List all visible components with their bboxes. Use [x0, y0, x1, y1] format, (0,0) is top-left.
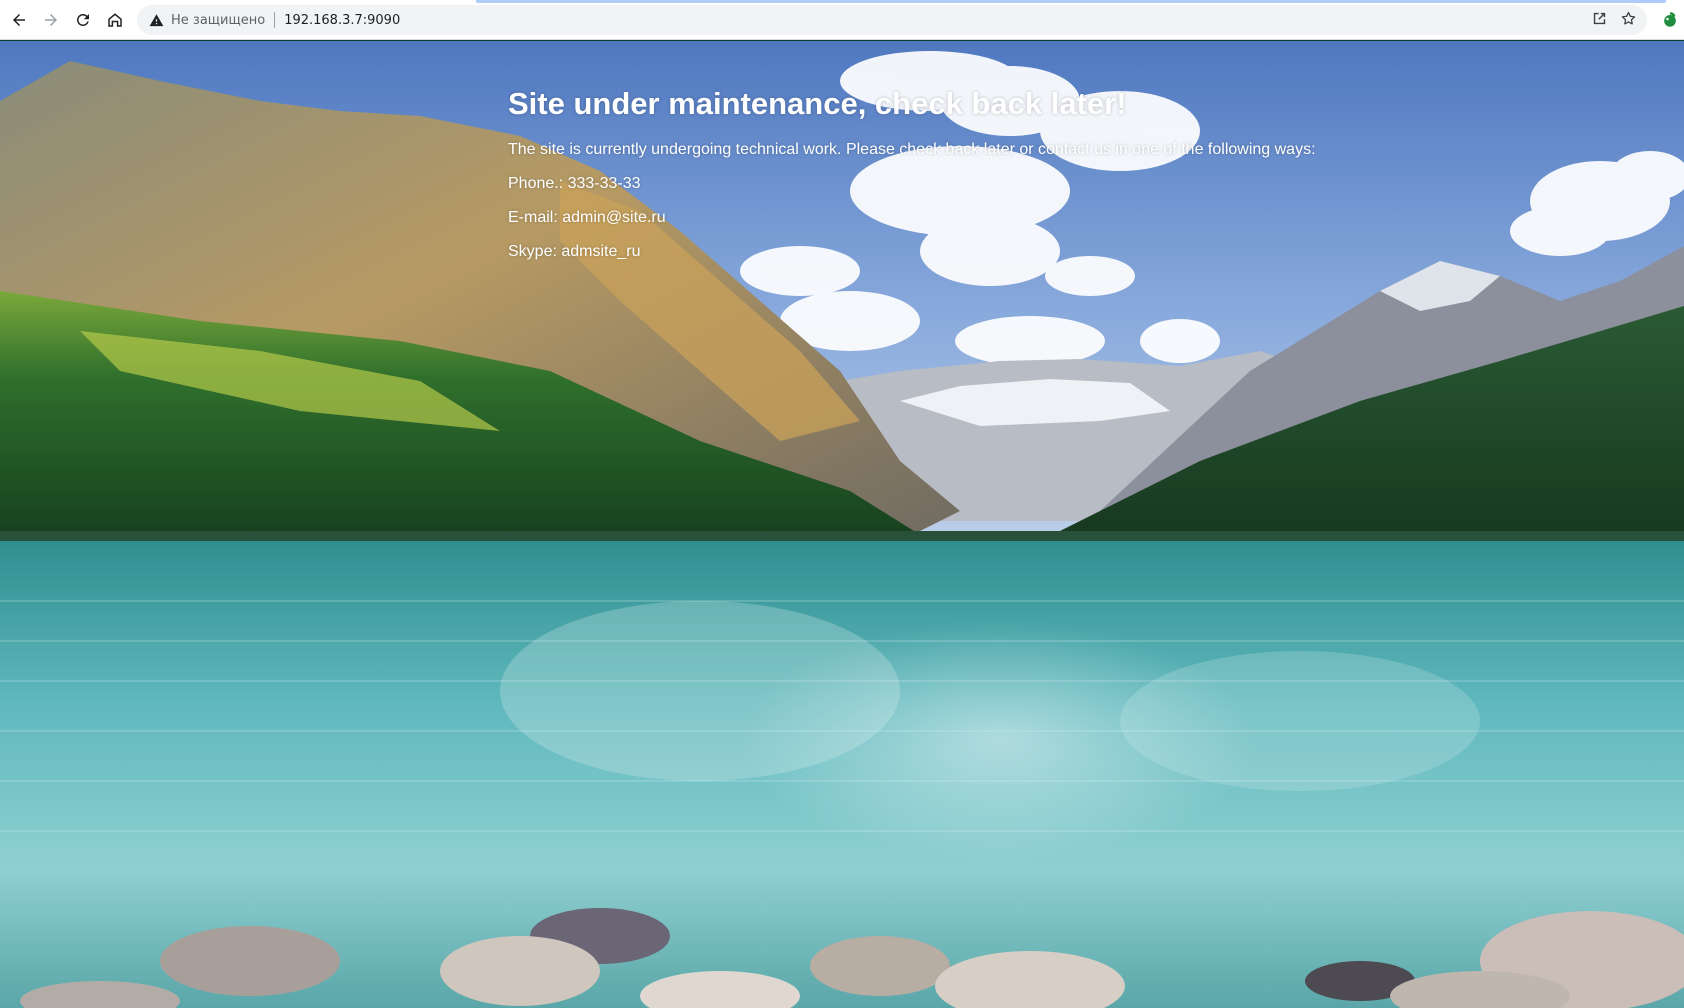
- contact-value: admsite_ru: [561, 243, 641, 260]
- warning-icon[interactable]: [149, 13, 164, 28]
- home-icon[interactable]: [99, 4, 131, 36]
- contact-phone: Phone.: 333-33-33: [508, 175, 1316, 193]
- back-icon[interactable]: [3, 4, 35, 36]
- intro-text: The site is currently undergoing technic…: [508, 141, 1316, 158]
- security-label[interactable]: Не защищено: [171, 13, 265, 28]
- extension-icon[interactable]: [1660, 10, 1680, 30]
- contact-skype: Skype: admsite_ru: [508, 243, 1316, 261]
- contact-value: admin@site.ru: [562, 209, 666, 226]
- browser-toolbar: Не защищено 192.168.3.7:9090: [0, 0, 1684, 40]
- url-text[interactable]: 192.168.3.7:9090: [284, 13, 400, 28]
- page-viewport: Site under maintenance, check back later…: [0, 41, 1684, 1008]
- omnibox-actions: [1591, 10, 1637, 27]
- page-title: Site under maintenance, check back later…: [508, 86, 1127, 121]
- contact-label: Skype:: [508, 243, 557, 260]
- maintenance-message: Site under maintenance, check back later…: [508, 85, 1316, 277]
- contact-label: Phone.:: [508, 175, 564, 192]
- omnibox-divider: [274, 12, 276, 28]
- address-bar[interactable]: Не защищено 192.168.3.7:9090: [137, 5, 1647, 35]
- star-icon[interactable]: [1620, 10, 1637, 27]
- share-icon[interactable]: [1591, 10, 1608, 27]
- forward-icon[interactable]: [35, 4, 67, 36]
- contact-label: E-mail:: [508, 209, 558, 226]
- contact-email: E-mail: admin@site.ru: [508, 209, 1316, 227]
- reload-icon[interactable]: [67, 4, 99, 36]
- tab-strip-indicator: [476, 0, 1666, 3]
- contact-value: 333-33-33: [567, 175, 641, 192]
